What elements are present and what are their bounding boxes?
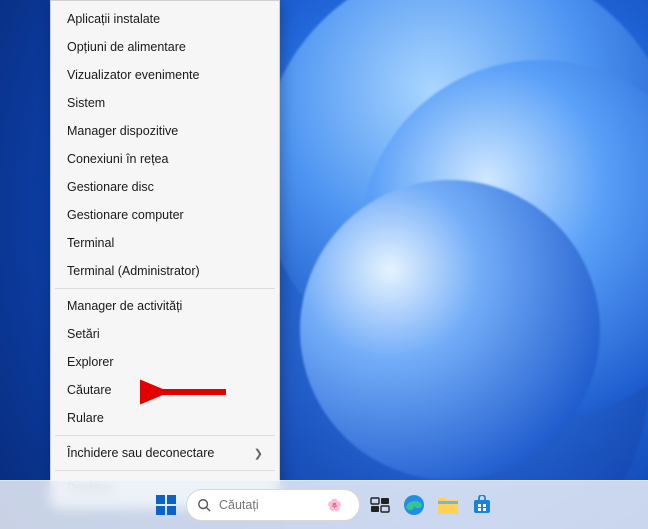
menu-item-run[interactable]: Rulare xyxy=(51,404,279,432)
search-input[interactable] xyxy=(217,497,321,513)
start-button[interactable] xyxy=(152,491,180,519)
menu-label: Setări xyxy=(67,327,100,341)
menu-item-device-manager[interactable]: Manager dispozitive xyxy=(51,117,279,145)
menu-label: Căutare xyxy=(67,383,111,397)
menu-item-computer-management[interactable]: Gestionare computer xyxy=(51,201,279,229)
taskbar-app-explorer[interactable] xyxy=(434,491,462,519)
menu-item-shutdown-signout[interactable]: Închidere sau deconectare ❯ xyxy=(51,439,279,467)
taskbar: 🌸 xyxy=(0,480,648,529)
menu-item-event-viewer[interactable]: Vizualizator evenimente xyxy=(51,61,279,89)
task-view-button[interactable] xyxy=(366,491,394,519)
menu-label: Vizualizator evenimente xyxy=(67,68,199,82)
menu-label: Manager dispozitive xyxy=(67,124,178,138)
menu-item-terminal[interactable]: Terminal xyxy=(51,229,279,257)
menu-separator xyxy=(55,470,275,471)
menu-label: Rulare xyxy=(67,411,104,425)
search-decoration-icon: 🌸 xyxy=(327,498,342,512)
menu-separator xyxy=(55,288,275,289)
menu-label: Terminal xyxy=(67,236,114,250)
menu-label: Explorer xyxy=(67,355,114,369)
winx-context-menu: Aplicații instalate Opțiuni de alimentar… xyxy=(50,0,280,509)
menu-label: Manager de activități xyxy=(67,299,182,313)
menu-item-search[interactable]: Căutare xyxy=(51,376,279,404)
chevron-right-icon: ❯ xyxy=(254,447,263,460)
menu-label: Aplicații instalate xyxy=(67,12,160,26)
menu-label: Terminal (Administrator) xyxy=(67,264,200,278)
taskbar-search[interactable]: 🌸 xyxy=(186,489,360,521)
menu-item-disk-management[interactable]: Gestionare disc xyxy=(51,173,279,201)
menu-label: Gestionare computer xyxy=(67,208,184,222)
menu-item-settings[interactable]: Setări xyxy=(51,320,279,348)
taskbar-app-store[interactable] xyxy=(468,491,496,519)
menu-label: Opțiuni de alimentare xyxy=(67,40,186,54)
menu-item-task-manager[interactable]: Manager de activități xyxy=(51,292,279,320)
menu-label: Închidere sau deconectare xyxy=(67,446,214,460)
menu-label: Conexiuni în rețea xyxy=(67,152,168,166)
search-icon xyxy=(197,498,211,512)
menu-item-explorer[interactable]: Explorer xyxy=(51,348,279,376)
menu-item-system[interactable]: Sistem xyxy=(51,89,279,117)
taskbar-app-edge[interactable] xyxy=(400,491,428,519)
menu-item-terminal-admin[interactable]: Terminal (Administrator) xyxy=(51,257,279,285)
menu-item-installed-apps[interactable]: Aplicații instalate xyxy=(51,5,279,33)
menu-item-power-options[interactable]: Opțiuni de alimentare xyxy=(51,33,279,61)
menu-label: Sistem xyxy=(67,96,105,110)
menu-label: Gestionare disc xyxy=(67,180,154,194)
menu-item-network-connections[interactable]: Conexiuni în rețea xyxy=(51,145,279,173)
menu-separator xyxy=(55,435,275,436)
